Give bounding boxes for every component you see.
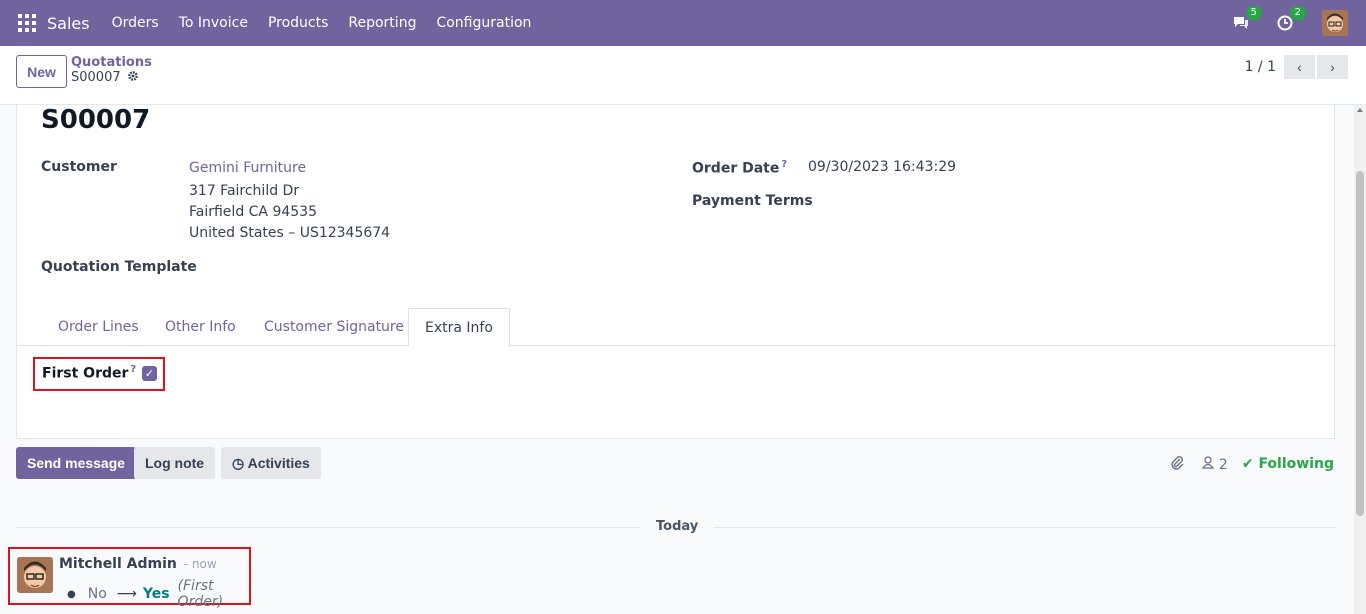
top-navbar: Sales Orders To Invoice Products Reporti… xyxy=(0,0,1366,46)
pager-previous-button[interactable]: ‹ xyxy=(1284,55,1315,79)
chevron-left-icon: ‹ xyxy=(1297,59,1302,75)
quotation-template-label: Quotation Template xyxy=(41,259,197,275)
old-value: No xyxy=(87,586,107,602)
apps-menu-icon[interactable] xyxy=(18,14,36,32)
menu-item-reporting[interactable]: Reporting xyxy=(338,15,426,31)
menu-item-products[interactable]: Products xyxy=(258,15,338,31)
first-order-label: First Order? xyxy=(42,364,136,382)
gear-icon[interactable] xyxy=(127,70,139,85)
activities-badge: 2 xyxy=(1289,6,1306,20)
clock-icon: ◷ xyxy=(232,454,245,471)
help-icon[interactable]: ? xyxy=(781,159,787,170)
arrow-right-icon: ⟶ xyxy=(116,586,137,602)
check-icon: ✔ xyxy=(1241,456,1254,472)
followers-button[interactable]: 2 xyxy=(1202,455,1228,473)
scrollbar[interactable] xyxy=(1354,105,1366,614)
menu-item-configuration[interactable]: Configuration xyxy=(426,15,541,31)
message-author[interactable]: Mitchell Admin - now xyxy=(59,556,217,572)
scrollbar-thumb[interactable] xyxy=(1356,171,1364,516)
messaging-icon[interactable]: 5 xyxy=(1230,6,1262,34)
message-author-name: Mitchell Admin xyxy=(59,556,177,572)
tab-order-lines[interactable]: Order Lines xyxy=(42,308,155,346)
app-name[interactable]: Sales xyxy=(47,14,90,33)
help-icon[interactable]: ? xyxy=(130,364,136,375)
bullet-icon: ● xyxy=(67,588,76,600)
menu-item-to-invoice[interactable]: To Invoice xyxy=(169,15,258,31)
order-date-label-text: Order Date xyxy=(692,160,780,177)
user-avatar[interactable] xyxy=(1322,10,1348,36)
messages-badge: 5 xyxy=(1245,6,1262,20)
order-date-label: Order Date? xyxy=(692,159,787,177)
followers-count: 2 xyxy=(1218,456,1228,473)
address-line3: United States – US12345674 xyxy=(189,225,391,241)
address-line1: 317 Fairchild Dr xyxy=(189,183,300,199)
control-panel: New Quotations S00007 1 / 1 ‹ › xyxy=(0,46,1366,105)
new-button[interactable]: New xyxy=(16,55,67,88)
form-sheet: S00007 Customer Gemini Furniture 317 Fai… xyxy=(16,105,1336,439)
customer-label: Customer xyxy=(41,159,117,175)
activities-button-label: Activities xyxy=(247,454,310,471)
user-icon xyxy=(1202,455,1218,473)
scroll-up-icon[interactable] xyxy=(1357,108,1363,112)
main-menu: Orders To Invoice Products Reporting Con… xyxy=(102,15,542,31)
tracking-change: ● No ⟶ Yes (First Order) xyxy=(67,578,249,610)
breadcrumb-current-label: S00007 xyxy=(71,70,121,85)
chatter-topbar-right: 2 ✔ Following xyxy=(1169,454,1334,474)
tracking-message: Mitchell Admin - now ● No ⟶ Yes (First O… xyxy=(8,547,251,610)
first-order-label-text: First Order xyxy=(42,365,129,382)
log-note-button[interactable]: Log note xyxy=(134,447,216,479)
tab-customer-signature[interactable]: Customer Signature xyxy=(248,308,420,346)
tracked-field-name: (First Order) xyxy=(177,578,224,610)
breadcrumb-quotations[interactable]: Quotations xyxy=(71,55,152,70)
address-line2: Fairfield CA 94535 xyxy=(189,204,317,220)
customer-link[interactable]: Gemini Furniture xyxy=(189,160,306,176)
send-message-button[interactable]: Send message xyxy=(16,447,137,479)
new-value: Yes xyxy=(142,586,170,602)
activities-button[interactable]: ◷ Activities xyxy=(221,447,321,479)
paperclip-icon[interactable] xyxy=(1169,454,1184,474)
first-order-checkbox[interactable]: ✓ xyxy=(142,366,157,381)
activity-clock-icon[interactable]: 2 xyxy=(1274,6,1306,34)
following-button[interactable]: ✔ Following xyxy=(1242,456,1334,472)
breadcrumb-current: S00007 xyxy=(71,70,139,85)
systray: 5 2 xyxy=(1208,0,1348,46)
following-label: Following xyxy=(1258,456,1334,472)
menu-item-orders[interactable]: Orders xyxy=(102,15,169,31)
notebook-tabs: Order Lines Other Info Customer Signatur… xyxy=(17,308,1336,347)
avatar[interactable] xyxy=(17,557,53,593)
page-title: S00007 xyxy=(41,105,151,135)
pager-value[interactable]: 1 / 1 xyxy=(1245,59,1276,75)
order-date-value[interactable]: 09/30/2023 16:43:29 xyxy=(808,159,956,175)
tab-extra-info[interactable]: Extra Info xyxy=(408,308,510,347)
first-order-highlight: First Order? ✓ xyxy=(33,357,165,391)
today-label: Today xyxy=(640,519,715,534)
chevron-right-icon: › xyxy=(1330,59,1335,75)
payment-terms-label: Payment Terms xyxy=(692,193,813,209)
message-time: - now xyxy=(183,557,217,571)
pager-next-button[interactable]: › xyxy=(1317,55,1348,79)
pager-buttons: ‹ › xyxy=(1284,55,1348,79)
tab-other-info[interactable]: Other Info xyxy=(149,308,252,346)
